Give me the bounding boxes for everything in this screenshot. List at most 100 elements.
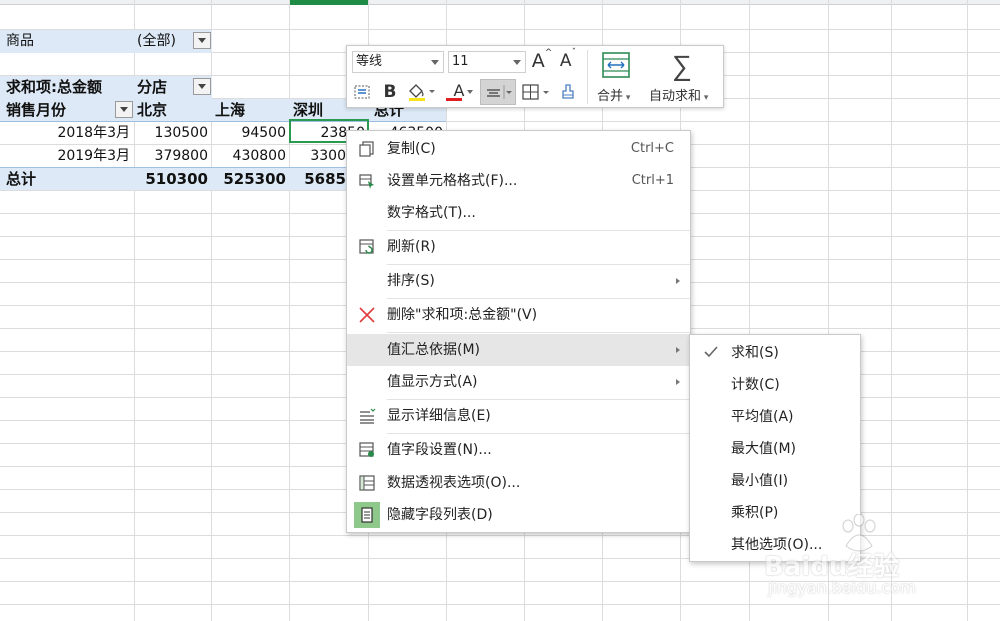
menu-item-summarize-by[interactable]: 值汇总依据(M)	[347, 334, 690, 366]
grow-font-icon: A	[531, 50, 545, 72]
menu-item-delete-field[interactable]: 删除"求和项:总金额"(V)	[347, 299, 690, 331]
show-details-icon	[357, 406, 377, 426]
merge-cells-icon	[602, 52, 630, 78]
row-field-label[interactable]: 销售月份	[6, 99, 66, 121]
submenu-item-average[interactable]: 平均值(A)	[690, 401, 860, 433]
chevron-right-icon	[676, 347, 680, 353]
submenu-item-label: 最大值(M)	[731, 441, 797, 457]
menu-item-pivot-options[interactable]: 数据透视表选项(O)...	[347, 467, 690, 499]
up-mark: ^	[544, 48, 553, 58]
data-cell[interactable]: 379800	[134, 145, 208, 167]
chevron-down-icon	[467, 90, 473, 94]
menu-item-refresh[interactable]: 刷新(R)	[347, 231, 690, 263]
autosum-label[interactable]: 自动求和 ▾	[649, 85, 708, 104]
value-field-label[interactable]: 求和项:总金额	[6, 76, 102, 98]
submenu-item-count[interactable]: 计数(C)	[690, 369, 860, 401]
filter-value[interactable]: (全部)	[137, 30, 176, 52]
menu-item-label: 显示详细信息(E)	[387, 408, 491, 424]
fill-color-button[interactable]	[405, 81, 437, 103]
data-cell[interactable]: 94500	[211, 122, 286, 144]
merge-label[interactable]: 合并 ▾	[597, 85, 630, 104]
font-size-value: 11	[452, 54, 469, 69]
font-name-select[interactable]: 等线	[352, 51, 444, 73]
bold-icon: B	[383, 82, 397, 102]
grid-line	[967, 0, 968, 621]
menu-item-label: 数据透视表选项(O)...	[387, 475, 521, 491]
menu-item-shortcut: Ctrl+1	[631, 173, 674, 188]
filter-field-label[interactable]: 商品	[6, 30, 34, 52]
menu-item-format-cells[interactable]: 设置单元格格式(F)... Ctrl+1	[347, 165, 690, 197]
menu-item-show-details[interactable]: 显示详细信息(E)	[347, 400, 690, 432]
row-label[interactable]: 2018年3月	[0, 122, 130, 144]
menu-item-label: 复制(C)	[387, 141, 436, 157]
total-cell[interactable]: 5685	[289, 168, 346, 190]
borders-icon	[522, 84, 549, 100]
submenu-item-label: 计数(C)	[731, 377, 780, 393]
chevron-right-icon	[676, 278, 680, 284]
menu-item-sort[interactable]: 排序(S)	[347, 265, 690, 297]
total-cell[interactable]: 510300	[134, 168, 208, 190]
check-icon	[704, 346, 718, 358]
borders-button[interactable]	[519, 81, 553, 103]
submenu-item-sum[interactable]: 求和(S)	[690, 337, 860, 369]
menu-item-label: 数字格式(T)...	[387, 205, 476, 221]
bold-button[interactable]: B	[379, 81, 401, 103]
menu-item-label: 值显示方式(A)	[387, 374, 478, 390]
align-button[interactable]	[480, 79, 516, 105]
column-field-label[interactable]: 分店	[137, 76, 167, 98]
submenu-item-min[interactable]: 最小值(I)	[690, 465, 860, 497]
font-size-select[interactable]: 11	[448, 51, 526, 73]
column-field-dropdown-button[interactable]	[193, 78, 211, 95]
submenu-item-max[interactable]: 最大值(M)	[690, 433, 860, 465]
menu-item-copy[interactable]: 复制(C) Ctrl+C	[347, 133, 690, 165]
submenu-item-label: 求和(S)	[731, 345, 779, 361]
menu-item-show-values-as[interactable]: 值显示方式(A)	[347, 366, 690, 398]
align-center-icon	[487, 85, 512, 99]
value-field-settings-icon	[357, 440, 377, 460]
merge-button[interactable]	[597, 50, 635, 80]
font-color-button[interactable]: A	[443, 81, 475, 103]
selected-column-indicator	[290, 0, 368, 5]
column-header[interactable]: 上海	[215, 99, 245, 121]
menu-item-label: 值汇总依据(M)	[387, 342, 481, 358]
menu-item-value-field-settings[interactable]: 值字段设置(N)...	[347, 434, 690, 466]
submenu-item-label: 平均值(A)	[731, 409, 794, 425]
grow-font-button[interactable]: A ^	[531, 48, 553, 73]
row-field-dropdown-button[interactable]	[115, 101, 133, 118]
context-menu: 复制(C) Ctrl+C 设置单元格格式(F)... Ctrl+1 数字格式(T…	[346, 130, 691, 533]
chevron-down-icon: ▾	[701, 93, 709, 103]
font-color-icon: A	[453, 80, 465, 100]
refresh-icon	[357, 237, 377, 257]
fill-bucket-icon	[409, 84, 435, 101]
total-cell[interactable]: 525300	[211, 168, 286, 190]
data-cell[interactable]: 130500	[134, 122, 208, 144]
format-painter-button[interactable]	[351, 81, 373, 103]
floating-format-toolbar: 等线 11 A ^ A ˇ B A 合并 ▾ ∑ 自动求和 ▾	[346, 45, 724, 108]
column-header[interactable]: 深圳	[293, 99, 323, 121]
shrink-font-button[interactable]: A ˇ	[557, 48, 579, 73]
submenu-item-label: 最小值(I)	[731, 473, 789, 489]
copy-icon	[357, 139, 377, 159]
eraser-icon	[562, 84, 574, 99]
autosum-label-text: 自动求和	[649, 89, 702, 104]
row-label[interactable]: 2019年3月	[0, 145, 130, 167]
autosum-button[interactable]: ∑	[665, 48, 699, 82]
menu-item-label: 排序(S)	[387, 273, 435, 289]
grid-line	[0, 604, 1000, 605]
total-row-label[interactable]: 总计	[6, 168, 36, 190]
shrink-font-icon: A	[559, 51, 572, 71]
chevron-down-icon	[513, 60, 521, 65]
menu-item-number-format[interactable]: 数字格式(T)...	[347, 197, 690, 229]
sigma-icon: ∑	[672, 48, 692, 82]
filter-dropdown-button[interactable]	[193, 32, 211, 49]
data-cell[interactable]: 3300	[289, 145, 346, 167]
column-header[interactable]: 北京	[137, 99, 167, 121]
chevron-down-icon	[431, 60, 439, 65]
column-header-strip[interactable]	[0, 0, 1000, 5]
font-name-value: 等线	[356, 54, 383, 69]
menu-item-shortcut: Ctrl+C	[630, 141, 674, 156]
data-cell[interactable]: 430800	[211, 145, 286, 167]
menu-item-label: 值字段设置(N)...	[387, 442, 492, 458]
clear-format-button[interactable]	[557, 81, 579, 103]
menu-item-hide-field-list[interactable]: 隐藏字段列表(D)	[347, 499, 690, 531]
